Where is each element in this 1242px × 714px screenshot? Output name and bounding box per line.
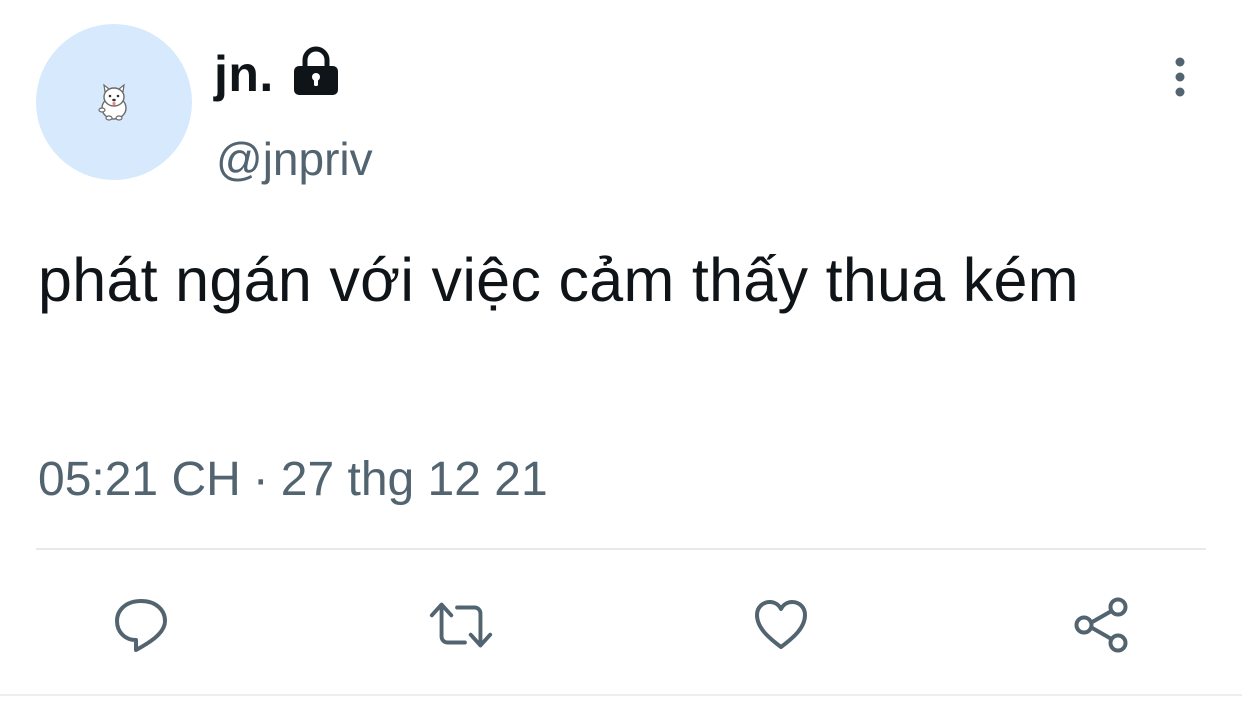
- more-options-button[interactable]: [1160, 52, 1200, 102]
- tweet: jn. @jnpriv phát ngán với việc cảm thấy …: [0, 0, 1242, 714]
- display-name[interactable]: jn.: [214, 45, 274, 103]
- reply-icon: [115, 599, 167, 652]
- dog-icon: [98, 83, 127, 121]
- tweet-time: 05:21 CH: [38, 453, 241, 506]
- tweet-timestamp[interactable]: 05:21 CH · 27 thg 12 21: [38, 452, 548, 507]
- avatar[interactable]: [36, 24, 192, 180]
- user-handle[interactable]: @jnpriv: [216, 132, 373, 186]
- share-button[interactable]: [1066, 590, 1136, 660]
- retweet-button[interactable]: [426, 590, 496, 660]
- tweet-text: phát ngán với việc cảm thấy thua kém: [38, 246, 1079, 314]
- reply-button[interactable]: [106, 590, 176, 660]
- heart-icon: [755, 600, 807, 649]
- user-name-row: jn.: [214, 36, 344, 112]
- retweet-icon: [429, 602, 493, 648]
- action-bar: [0, 590, 1242, 660]
- divider: [36, 548, 1206, 550]
- lock-icon: [288, 43, 344, 99]
- share-icon: [1074, 597, 1128, 653]
- more-vertical-icon: [1175, 57, 1185, 97]
- tweet-date: 27 thg 12 21: [280, 453, 548, 506]
- meta-separator: ·: [252, 453, 269, 506]
- bottom-divider: [0, 694, 1242, 696]
- like-button[interactable]: [746, 590, 816, 660]
